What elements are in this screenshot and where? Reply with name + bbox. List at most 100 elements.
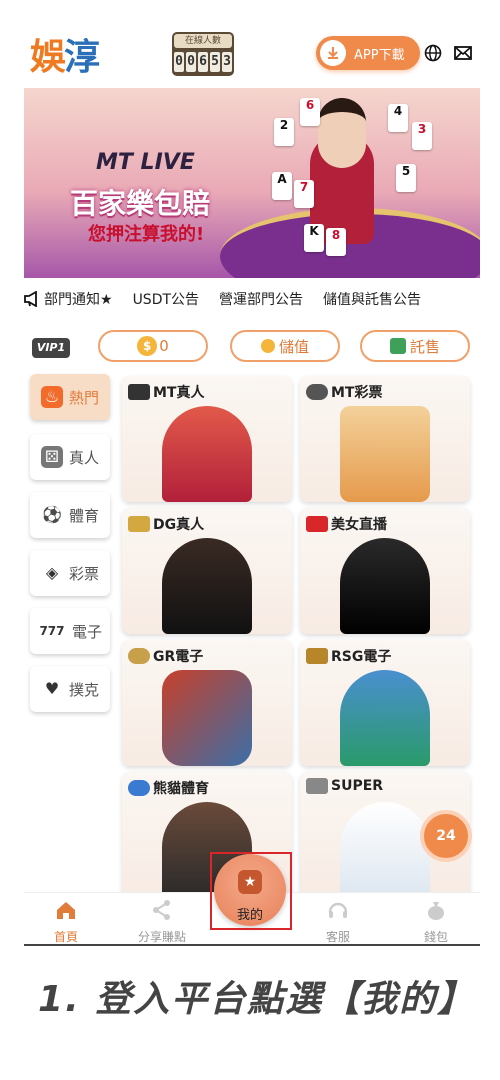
lottery-icon: ◈ [45, 563, 59, 582]
marquee-item: 儲值與託售公告 [323, 292, 422, 308]
nav-home-label: 首頁 [53, 930, 78, 944]
online-digit: 0 [186, 52, 196, 72]
live-badge-icon [306, 516, 328, 532]
online-digit: 5 [210, 52, 220, 72]
game-art [340, 538, 430, 634]
playing-card: 2 [274, 118, 294, 146]
headset-icon [328, 902, 348, 918]
withdraw-icon [389, 338, 406, 354]
playing-card: 6 [300, 98, 320, 126]
sidebar-item-hot[interactable]: ♨ 熱門 [30, 374, 110, 420]
sidebar-item-lottery[interactable]: ◈ 彩票 [30, 550, 110, 596]
sidebar-item-label: 彩票 [68, 564, 99, 583]
game-card-title: 熊貓體育 [128, 778, 209, 798]
sidebar-item-slots[interactable]: 777 電子 [30, 608, 110, 654]
sidebar-item-label: 熱門 [68, 388, 99, 407]
panda-logo-icon [128, 780, 150, 796]
withdraw-label: 託售 [409, 337, 440, 356]
game-card-gr-slots[interactable]: GR電子 [122, 640, 292, 766]
playing-card: K [304, 224, 324, 252]
online-digit: 0 [174, 52, 184, 72]
soccer-ball-icon: ⚽ [42, 505, 62, 524]
app-download-label: APP下載 [354, 47, 405, 63]
money-bag-icon [428, 902, 444, 920]
share-icon [153, 900, 170, 920]
nav-share-label: 分享賺點 [137, 930, 186, 944]
game-card-title: MT彩票 [306, 382, 382, 402]
mail-icon[interactable] [454, 46, 472, 60]
game-card-title: 美女直播 [306, 514, 387, 534]
online-digit: 3 [222, 52, 232, 72]
game-art [162, 406, 252, 502]
nav-wallet[interactable]: 錢包 [406, 899, 466, 945]
gr-logo-icon [128, 648, 150, 664]
mt-logo-icon [306, 384, 328, 400]
playing-card: 4 [388, 104, 408, 132]
banner-subline: 您押注算我的! [88, 224, 205, 245]
sidebar-item-label: 真人 [68, 448, 99, 467]
deposit-icon [260, 339, 275, 353]
game-card-title: RSG電子 [306, 646, 391, 666]
online-counter-label: 在線人數 [174, 34, 232, 48]
deposit-button[interactable]: 儲值 [230, 330, 340, 362]
poker-card-icon: ♥ [44, 679, 60, 698]
marquee-item: 部門通知★ [44, 292, 113, 308]
promo-banner[interactable]: 2 6 4 3 A 7 5 K 8 MT LIVE 百家樂包賠 您押注算我的! [24, 88, 480, 278]
nav-wallet-label: 錢包 [423, 930, 448, 944]
game-card-title: GR電子 [128, 646, 203, 666]
dg-logo-icon [128, 516, 150, 532]
playing-card: 3 [412, 122, 432, 150]
online-counter-digits: 0 0 6 5 3 [174, 52, 232, 72]
game-card-title: DG真人 [128, 514, 204, 534]
dice-icon: ⚄ [40, 446, 63, 468]
game-art [340, 406, 430, 502]
highlight-box [210, 852, 292, 930]
caption-divider [24, 944, 480, 946]
withdraw-button[interactable]: 託售 [360, 330, 470, 362]
playing-card: 5 [396, 164, 416, 192]
instruction-caption: 1. 登入平台點選【我的】 [38, 979, 476, 1020]
phone-screen: 娛淳 在線人數 0 0 6 5 3 APP下載 2 6 4 3 A 7 5 K … [24, 22, 480, 946]
slot-777-icon: 777 [39, 624, 65, 638]
sidebar-item-poker[interactable]: ♥ 撲克 [30, 666, 110, 712]
sidebar-item-label: 體育 [68, 506, 99, 525]
customer-service-24h-button[interactable]: 24 [420, 810, 472, 862]
sidebar-item-live[interactable]: ⚄ 真人 [30, 434, 110, 480]
balance-value: 0 [159, 337, 169, 355]
online-digit: 6 [198, 52, 208, 72]
download-icon [320, 40, 346, 66]
game-card-mt-live[interactable]: MT真人 [122, 376, 292, 502]
nav-share[interactable]: 分享賺點 [132, 899, 192, 945]
sidebar-item-label: 電子 [71, 622, 102, 641]
vip-badge: VIP1 [32, 338, 70, 358]
game-card-live-stream[interactable]: 美女直播 [300, 508, 470, 634]
super-logo-icon [306, 778, 328, 794]
nav-service[interactable]: 客服 [308, 899, 368, 945]
game-card-title: MT真人 [128, 382, 204, 402]
game-card-mt-lottery[interactable]: MT彩票 [300, 376, 470, 502]
marquee-item: USDT公告 [132, 292, 200, 308]
globe-icon[interactable] [424, 44, 442, 62]
fire-icon: ♨ [40, 386, 63, 408]
app-header: 娛淳 在線人數 0 0 6 5 3 APP下載 [24, 22, 480, 88]
coin-icon: $ [137, 336, 158, 356]
game-card-dg-live[interactable]: DG真人 [122, 508, 292, 634]
playing-card: A [272, 172, 292, 200]
playing-card: 7 [294, 180, 314, 208]
balance-pill[interactable]: $ 0 [98, 330, 208, 362]
megaphone-icon [24, 291, 37, 307]
announcement-marquee[interactable]: 部門通知★ USDT公告 營運部門公告 儲值與託售公告 [24, 284, 480, 314]
app-download-button[interactable]: APP下載 [316, 36, 420, 70]
home-icon [57, 902, 75, 919]
nav-home[interactable]: 首頁 [36, 899, 96, 945]
playing-card: 8 [326, 228, 346, 256]
sidebar-item-sports[interactable]: ⚽ 體育 [30, 492, 110, 538]
site-logo[interactable]: 娛淳 [30, 28, 100, 80]
game-card-rsg-slots[interactable]: RSG電子 [300, 640, 470, 766]
game-art [162, 538, 252, 634]
dealer-head-graphic [318, 98, 366, 168]
banner-headline: 百家樂包賠 [70, 187, 211, 220]
banner-brand: MT LIVE [96, 150, 195, 175]
mt-logo-icon [128, 384, 150, 400]
game-art [340, 802, 430, 898]
